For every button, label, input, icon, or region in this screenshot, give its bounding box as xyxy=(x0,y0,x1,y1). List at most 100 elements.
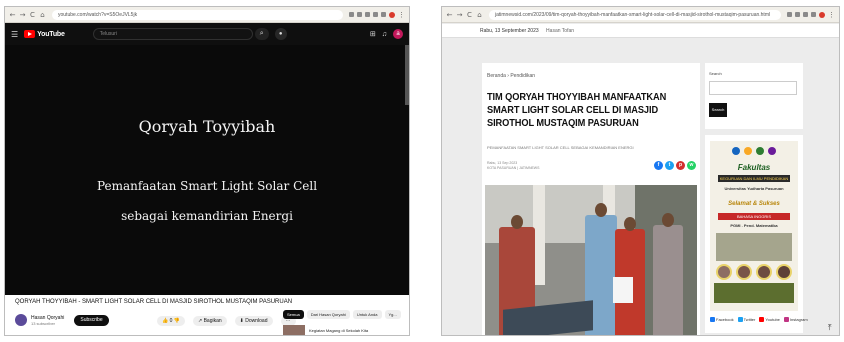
date-text: Rabu, 13 September 2023 xyxy=(480,28,539,34)
channel-name[interactable]: Hasan Qoryahi xyxy=(31,315,64,321)
poster-portrait xyxy=(756,264,772,280)
recommended-title[interactable]: Kegiatan Magang di Sekolah Kita xyxy=(309,328,368,333)
extension-icon[interactable] xyxy=(373,12,378,17)
twitter-share-icon[interactable]: t xyxy=(665,161,674,170)
instagram-icon xyxy=(783,317,789,322)
extension-icon[interactable] xyxy=(357,12,362,17)
photo-head xyxy=(595,203,607,217)
youtube-icon xyxy=(759,317,765,322)
whatsapp-share-icon[interactable]: w xyxy=(687,161,696,170)
video-text-title: Qoryah Toyyibah xyxy=(138,117,276,136)
facebook-link[interactable]: Facebook xyxy=(710,317,734,322)
poster-programs: PGMI . Pend. Matematika xyxy=(730,223,778,228)
facebook-label: Facebook xyxy=(716,317,734,322)
home-icon[interactable]: ⌂ xyxy=(476,11,483,19)
author-tag[interactable]: Hasan Tofan xyxy=(546,28,574,34)
search-icon[interactable]: ⌕ xyxy=(254,28,269,40)
extension-icon[interactable] xyxy=(795,12,800,17)
extension-icon[interactable] xyxy=(365,12,370,17)
extension-icon[interactable] xyxy=(381,12,386,17)
back-icon[interactable]: ← xyxy=(9,11,16,19)
poster-congrats: Selamat & Sukses xyxy=(728,201,780,207)
poster-program: BAHASA INGGRIS xyxy=(718,213,790,220)
chip-channel[interactable]: Dari Hasan Qoryahi xyxy=(306,310,350,319)
poster-university: Universitas Yudharta Pasuruan xyxy=(724,186,784,191)
youtube-logo[interactable]: YouTube xyxy=(24,30,65,38)
search-input[interactable]: Telusuri xyxy=(92,28,253,40)
download-button[interactable]: ⬇ Download xyxy=(234,316,273,326)
browser-menu-icon[interactable]: ⋮ xyxy=(828,11,835,19)
extension-icon[interactable] xyxy=(811,12,816,17)
twitter-link[interactable]: Twitter xyxy=(737,317,756,322)
subscribe-button[interactable]: Subscribe xyxy=(74,314,109,326)
sidebar-ad-widget: Fakultas KEGURUAN DAN ILMU PENDIDIKAN Un… xyxy=(705,135,808,333)
bell-icon[interactable]: ♫ xyxy=(382,31,387,38)
youtube-link[interactable]: Youtube xyxy=(759,317,780,322)
extension-icon[interactable] xyxy=(787,12,792,17)
video-player[interactable]: Qoryah Toyyibah Pemanfaatan Smart Light … xyxy=(5,45,409,295)
search-input[interactable] xyxy=(709,81,797,95)
faculty-poster[interactable]: Fakultas KEGURUAN DAN ILMU PENDIDIKAN Un… xyxy=(710,141,798,311)
poster-portrait xyxy=(776,264,792,280)
microphone-icon[interactable]: ● xyxy=(274,28,287,40)
video-actions: 👍 0 👎 ↗ Bagikan ⬇ Download ⋯ xyxy=(157,316,296,326)
logo-icon xyxy=(744,147,752,155)
video-info: QORYAH THOYYIBAH - SMART LIGHT SOLAR CEL… xyxy=(5,295,409,335)
breadcrumb[interactable]: Beranda › Pendidikan xyxy=(487,73,535,79)
search-button[interactable]: Search xyxy=(709,103,727,117)
youtube-logo-text: YouTube xyxy=(37,30,65,38)
video-text-line: sebagai kemandirian Energi xyxy=(121,209,293,223)
channel-subscribers: 13 subscriber xyxy=(31,320,56,326)
sidebar-search-widget: Search Search xyxy=(705,63,803,129)
chip-more[interactable]: Yg... xyxy=(384,310,401,319)
avatar[interactable]: a xyxy=(393,29,403,39)
extension-icons xyxy=(787,11,825,18)
extension-icon[interactable] xyxy=(803,12,808,17)
article-photo xyxy=(485,185,697,335)
home-icon[interactable]: ⌂ xyxy=(39,11,46,19)
address-bar[interactable]: jatimnewsid.com/2023/09/tim-qoryah-thoyy… xyxy=(489,9,781,20)
scrollbar[interactable] xyxy=(405,45,409,105)
extension-icons xyxy=(349,11,395,18)
browser-menu-icon[interactable]: ⋮ xyxy=(398,11,405,19)
youtube-header: ☰ YouTube Telusuri ⌕ ● ⊞ ♫ a xyxy=(5,23,409,45)
article-location: KOTA PASURUAN | JATIMNEWS xyxy=(487,166,540,170)
poster-faculty-name: KEGURUAN DAN ILMU PENDIDIKAN xyxy=(718,175,790,182)
article-meta: Rabu, 13 Sep 2023 KOTA PASURUAN | JATIMN… xyxy=(487,161,539,171)
filter-chips: Semua Dari Hasan Qoryahi Untuk Anda Yg..… xyxy=(283,310,401,319)
photo-head xyxy=(511,215,523,229)
twitter-label: Twitter xyxy=(743,317,756,322)
chip-all[interactable]: Semua xyxy=(283,310,304,319)
facebook-share-icon[interactable]: f xyxy=(654,161,663,170)
profile-icon[interactable] xyxy=(389,11,395,18)
share-button[interactable]: ↗ Bagikan xyxy=(193,316,227,326)
channel-avatar[interactable] xyxy=(15,314,27,326)
instagram-link[interactable]: Instagram xyxy=(783,317,808,322)
recommended-thumbnail[interactable] xyxy=(283,325,305,335)
article-subtitle: PEMANFAATAN SMART LIGHT SOLAR CELL SEBAG… xyxy=(487,145,634,150)
pinterest-share-icon[interactable]: p xyxy=(676,161,685,170)
reload-icon[interactable]: C xyxy=(466,11,473,19)
certificate-paper xyxy=(613,277,633,303)
back-to-top-icon[interactable]: ⤒ xyxy=(828,323,832,333)
address-bar[interactable]: youtube.com/watch?v=S5OeJVL5jk xyxy=(52,9,343,20)
like-button[interactable]: 👍 0 👎 xyxy=(157,316,186,326)
extension-icon[interactable] xyxy=(349,12,354,17)
chip-for-you[interactable]: Untuk Anda xyxy=(352,310,382,319)
channel-info: Hasan Qoryahi 13 subscriber Subscribe xyxy=(15,314,109,326)
logo-icon xyxy=(768,147,776,155)
forward-icon[interactable]: → xyxy=(456,11,463,19)
reload-icon[interactable]: C xyxy=(29,11,36,19)
news-window: ← → C ⌂ jatimnewsid.com/2023/09/tim-qory… xyxy=(441,6,840,336)
recommended-video[interactable]: Kegiatan Magang di Sekolah Kita xyxy=(283,325,368,335)
create-icon[interactable]: ⊞ xyxy=(370,30,376,38)
photo-head xyxy=(624,217,636,231)
browser-toolbar: ← → C ⌂ jatimnewsid.com/2023/09/tim-qory… xyxy=(442,7,839,23)
forward-icon[interactable]: → xyxy=(19,11,26,19)
article-title: TIM QORYAH THOYYIBAH MANFAATKAN SMART LI… xyxy=(487,91,667,129)
header-actions: ⊞ ♫ a xyxy=(370,29,403,39)
profile-icon[interactable] xyxy=(819,11,825,18)
back-icon[interactable]: ← xyxy=(446,11,453,19)
hamburger-menu-icon[interactable]: ☰ xyxy=(11,30,18,39)
poster-portrait xyxy=(716,264,732,280)
